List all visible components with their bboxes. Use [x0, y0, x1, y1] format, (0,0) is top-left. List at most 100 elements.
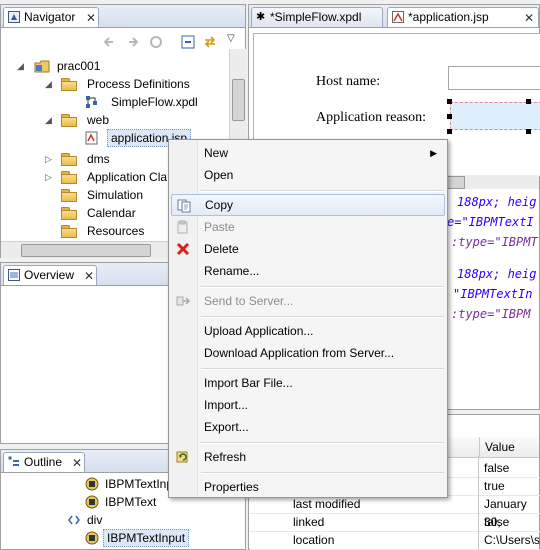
forward-icon[interactable]	[125, 35, 139, 49]
code-line[interactable]: :type="IBPMT	[451, 235, 538, 249]
menu-separator	[201, 368, 444, 370]
application-reason-label: Application reason:	[316, 110, 427, 125]
folder-icon	[61, 78, 77, 91]
menu-item-paste[interactable]: Paste	[171, 216, 445, 238]
jsp-file-icon	[85, 131, 98, 145]
expanded-arrow-icon[interactable]: ◢	[45, 111, 53, 129]
tree-label: Calendar	[87, 206, 136, 220]
host-name-label: Host name:	[316, 74, 381, 89]
menu-separator	[201, 442, 444, 444]
ibpm-component-icon	[85, 495, 99, 509]
collapse-all-icon[interactable]	[181, 35, 195, 49]
tree-label: Simulation	[87, 188, 144, 202]
host-name-input[interactable]	[448, 66, 540, 90]
outline-icon	[8, 456, 19, 466]
property-row[interactable]: linked false	[250, 513, 540, 532]
outline-label: div	[87, 513, 103, 527]
tree-label: prac001	[57, 59, 101, 73]
menu-item-delete[interactable]: Delete	[171, 238, 445, 260]
paste-icon	[177, 220, 188, 234]
navigator-tabbar: Navigator ✕	[1, 5, 245, 28]
code-line[interactable]: "IBPMTextIn	[453, 287, 532, 301]
properties-column-divider	[478, 456, 479, 550]
selection-handle[interactable]	[526, 99, 531, 104]
view-menu-icon[interactable]: ▽	[227, 33, 235, 44]
selection-handle[interactable]	[447, 99, 452, 104]
folder-icon	[61, 153, 77, 166]
outline-tab-label: Outline	[24, 455, 63, 469]
menu-item-import[interactable]: Import...	[171, 394, 445, 416]
menu-item-import-bar-file[interactable]: Import Bar File...	[171, 372, 445, 394]
div-tag-icon	[68, 515, 80, 525]
navigator-icon	[8, 11, 20, 23]
close-icon[interactable]: ✕	[86, 9, 96, 27]
ibpm-component-icon	[85, 531, 99, 545]
menu-item-copy[interactable]: Copy	[171, 194, 445, 216]
menu-item-refresh[interactable]: Refresh	[171, 446, 445, 468]
scroll-thumb[interactable]	[21, 244, 151, 257]
property-row[interactable]: location C:\Users\sv	[250, 531, 540, 550]
tree-label: Resources	[87, 224, 145, 238]
selection-handle[interactable]	[447, 114, 452, 119]
close-icon[interactable]: ✕	[72, 454, 82, 472]
folder-icon	[61, 189, 77, 202]
code-line[interactable]: e="IBPMTextI	[447, 215, 534, 229]
tab-label: *SimpleFlow.xpdl	[270, 10, 362, 24]
expanded-arrow-icon[interactable]: ◢	[17, 57, 25, 75]
project-icon	[34, 60, 50, 73]
value-column-header: Value	[485, 440, 515, 454]
link-with-editor-icon[interactable]	[203, 35, 217, 49]
menu-item-open[interactable]: Open	[171, 164, 445, 186]
tab-label: *application.jsp	[408, 10, 489, 24]
tree-label: dms	[87, 152, 110, 166]
tree-label: Application Cla	[87, 170, 168, 184]
copy-icon	[177, 199, 191, 213]
navigator-tab[interactable]: Navigator ✕	[3, 7, 99, 27]
dirty-marker: ✱	[256, 11, 266, 23]
ibpm-component-icon	[85, 477, 99, 491]
overview-icon	[8, 269, 20, 281]
collapsed-arrow-icon[interactable]: ▷	[45, 168, 53, 186]
refresh-icon	[176, 451, 188, 463]
code-line[interactable]: :type="IBPM	[451, 307, 530, 321]
collapsed-arrow-icon[interactable]: ▷	[45, 150, 53, 168]
menu-item-new[interactable]: New ▶	[171, 142, 445, 164]
outline-label: IBPMText	[105, 495, 157, 509]
application-reason-input[interactable]	[450, 102, 540, 130]
outline-tab[interactable]: Outline ✕	[3, 452, 85, 472]
menu-item-rename[interactable]: Rename...	[171, 260, 445, 282]
tree-label: Process Definitions	[87, 77, 190, 91]
scroll-thumb[interactable]	[232, 79, 245, 121]
code-line[interactable]: 188px; heig	[457, 195, 536, 209]
code-line[interactable]: 188px; heig	[457, 267, 536, 281]
menu-separator	[201, 472, 444, 474]
folder-icon	[61, 171, 77, 184]
menu-item-download-application[interactable]: Download Application from Server...	[171, 342, 445, 364]
overview-tab[interactable]: Overview ✕	[3, 265, 97, 285]
folder-icon	[61, 114, 77, 127]
delete-icon	[176, 242, 190, 256]
xpdl-file-icon	[86, 96, 97, 108]
menu-item-upload-application[interactable]: Upload Application...	[171, 320, 445, 342]
menu-item-properties[interactable]: Properties	[171, 476, 445, 498]
menu-separator	[201, 286, 444, 288]
outline-label: IBPMTextInput	[103, 529, 190, 547]
expanded-arrow-icon[interactable]: ◢	[45, 75, 53, 93]
close-icon[interactable]: ✕	[524, 9, 534, 27]
selection-handle[interactable]	[447, 129, 452, 134]
menu-separator	[201, 190, 444, 192]
tree-label: web	[87, 113, 110, 127]
tree-label: SimpleFlow.xpdl	[111, 95, 198, 109]
back-icon[interactable]	[103, 35, 117, 49]
tab-simpleflow[interactable]: ✱ *SimpleFlow.xpdl	[251, 7, 383, 27]
menu-item-export[interactable]: Export...	[171, 416, 445, 438]
menu-item-send-to-server[interactable]: Send to Server...	[171, 290, 445, 312]
folder-icon	[61, 225, 77, 238]
close-icon[interactable]: ✕	[84, 267, 94, 285]
submenu-arrow-icon: ▶	[430, 148, 437, 158]
menu-separator	[201, 316, 444, 318]
overview-tab-label: Overview	[24, 268, 75, 282]
up-icon[interactable]	[149, 35, 163, 49]
tab-application-jsp[interactable]: *application.jsp ✕	[387, 7, 539, 27]
selection-handle[interactable]	[526, 129, 531, 134]
